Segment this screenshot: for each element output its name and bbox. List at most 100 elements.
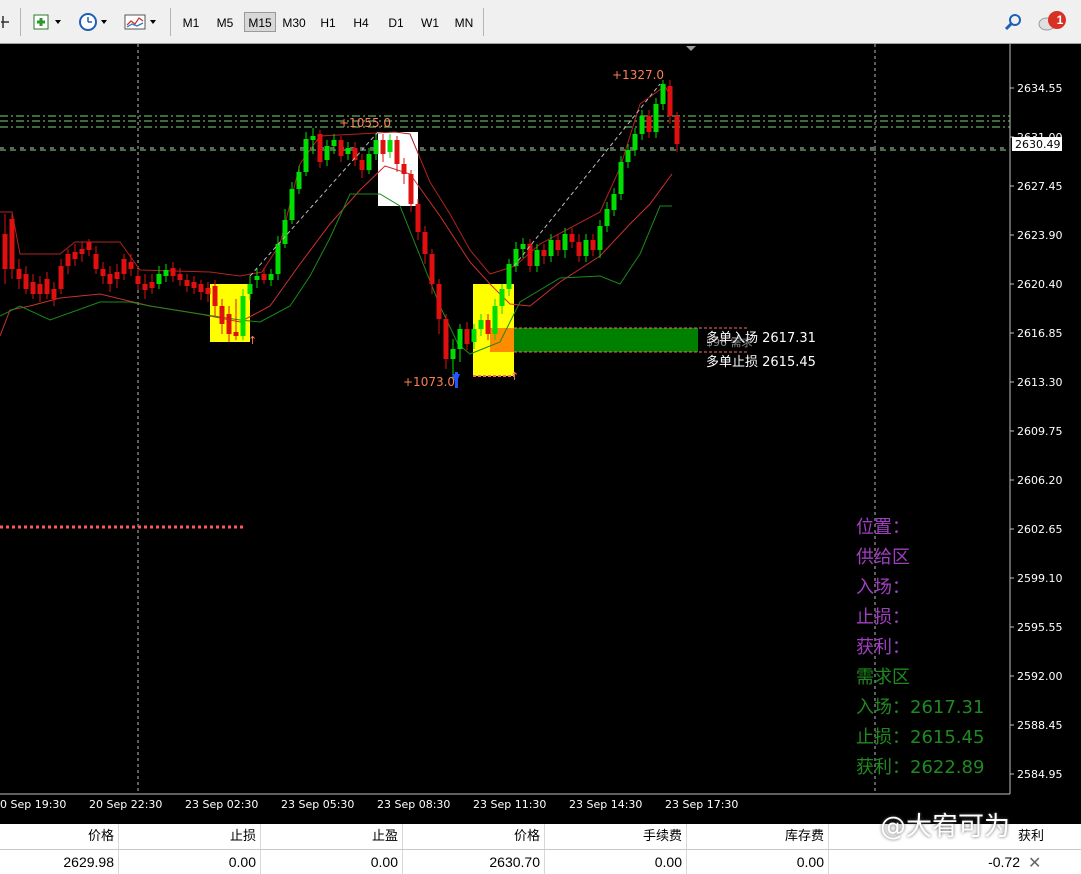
timeframe-m5[interactable]: M5 [209, 13, 241, 33]
candle-body [282, 220, 288, 244]
candle-body [548, 240, 554, 256]
candle-body [653, 104, 659, 132]
candle-body [590, 240, 596, 250]
candle-body [527, 244, 533, 266]
periodicity-button[interactable] [76, 10, 112, 34]
watermark: @大宥可为 [880, 812, 1011, 842]
candle-body [408, 174, 414, 204]
time-tick-label: 23 Sep 17:30 [665, 798, 738, 811]
candle-body [646, 116, 652, 132]
candle-body [422, 232, 428, 254]
price-tick-label: 2588.45 [1017, 719, 1063, 732]
timeframe-h1[interactable]: H1 [312, 13, 344, 33]
price-tick-label: 2584.95 [1017, 768, 1063, 781]
candle-body [387, 140, 393, 152]
price-tick-label: 2616.85 [1017, 327, 1063, 340]
candle-body [93, 254, 99, 269]
candle-body [674, 116, 680, 144]
candle-body [86, 242, 92, 250]
candle-body [415, 204, 421, 232]
candle-body [198, 284, 204, 292]
clock-icon [79, 13, 107, 31]
col-header-open-price[interactable]: 价格 [0, 824, 114, 848]
candle-body [100, 269, 106, 276]
new-chart-button[interactable] [30, 10, 66, 34]
toolbar-separator [483, 8, 484, 36]
candle-body [660, 84, 666, 104]
crosshair-icon[interactable] [0, 10, 12, 34]
zone-stop-label: 多单止损 2615.45 [706, 354, 816, 370]
search-button[interactable] [1002, 10, 1026, 34]
cell-open-price[interactable]: 2629.98 [0, 852, 114, 872]
timeframe-w1[interactable]: W1 [414, 13, 446, 33]
candle-body [184, 280, 190, 286]
candle-body [541, 250, 547, 256]
timeframe-mn[interactable]: MN [448, 13, 480, 33]
candle-body [583, 240, 589, 256]
candle-body [345, 148, 351, 154]
toolbar-separator [20, 8, 21, 36]
timeframe-d1[interactable]: D1 [380, 13, 412, 33]
col-header-swap[interactable]: 库存费 [686, 824, 824, 848]
candle-body [303, 139, 309, 172]
candle-body [429, 254, 435, 284]
demand-stop-label: 止损： [856, 727, 910, 748]
col-header-commission[interactable]: 手续费 [544, 824, 682, 848]
cell-swap[interactable]: 0.00 [686, 852, 824, 872]
time-tick-label: 23 Sep 05:30 [281, 798, 354, 811]
toolbar-separator [170, 8, 171, 36]
timeframe-h4[interactable]: H4 [346, 13, 376, 33]
panel-position-label: 位置： [856, 517, 910, 538]
candle-body [331, 140, 337, 146]
candle-body [443, 319, 449, 359]
col-header-take-profit[interactable]: 止盈 [260, 824, 398, 848]
candle-body [247, 284, 253, 294]
cell-take-profit[interactable]: 0.00 [260, 852, 398, 872]
time-tick-label: 23 Sep 08:30 [377, 798, 450, 811]
demand-stop-value: 2615.45 [910, 727, 985, 748]
time-tick-label: 23 Sep 11:30 [473, 798, 546, 811]
notifications-button[interactable]: 1 [1036, 10, 1068, 34]
demand-zone-box[interactable] [514, 328, 698, 352]
timeframe-m30[interactable]: M30 [278, 13, 310, 33]
close-position-icon[interactable]: ✕ [1028, 853, 1041, 872]
candle-body [44, 279, 50, 294]
price-tick-label: 2623.90 [1017, 229, 1063, 242]
price-tick-label: 2602.65 [1017, 523, 1063, 536]
candle-body [289, 189, 295, 220]
templates-button[interactable] [122, 10, 160, 34]
cell-current-price[interactable]: 2630.70 [402, 852, 540, 872]
candle-body [492, 306, 498, 334]
candle-body [499, 289, 505, 306]
col-header-stop-loss[interactable]: 止损 [118, 824, 256, 848]
price-tick-label: 2627.45 [1017, 180, 1063, 193]
price-axis: 2634.552631.002627.452623.902620.402616.… [1010, 82, 1063, 781]
panel-supply-stop: 止损： [856, 607, 910, 628]
time-tick-label: 23 Sep 14:30 [569, 798, 642, 811]
cell-profit[interactable]: -0.72 [828, 852, 1020, 872]
price-tick-label: 2609.75 [1017, 425, 1063, 438]
candle-body [471, 329, 477, 342]
candle-body [555, 240, 561, 250]
timeframe-m1[interactable]: M1 [176, 13, 206, 33]
col-header-current-price[interactable]: 价格 [402, 824, 540, 848]
cell-stop-loss[interactable]: 0.00 [118, 852, 256, 872]
panel-demand-stop: 止损：2615.45 [856, 723, 984, 749]
candle-body [464, 329, 470, 344]
time-tick-label: 0 Sep 19:30 [0, 798, 66, 811]
candle-body [268, 274, 274, 280]
candle-body [65, 254, 71, 266]
candle-body [149, 282, 155, 288]
candle-body [226, 314, 232, 334]
mid-profit-label: +1055.0 [339, 116, 391, 130]
cell-commission[interactable]: 0.00 [544, 852, 682, 872]
candle-body [177, 274, 183, 280]
price-tick-label: 2599.10 [1017, 572, 1063, 585]
candle-body [191, 282, 197, 288]
candle-body [618, 162, 624, 194]
timeframe-m15[interactable]: M15 [244, 12, 276, 32]
candle-body [401, 164, 407, 174]
price-tick-label: 2592.00 [1017, 670, 1063, 683]
price-tick-label: 2595.55 [1017, 621, 1063, 634]
candle-body [240, 296, 246, 336]
